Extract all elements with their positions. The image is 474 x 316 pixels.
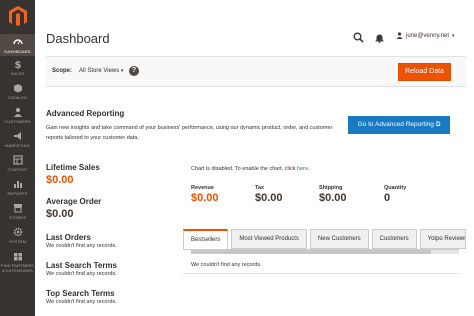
sidebar-item-dashboard[interactable]: Dashboard (0, 34, 35, 56)
last-search-terms-label: Last Search Terms (46, 261, 117, 270)
dollar-icon: $ (14, 60, 21, 69)
gear-icon (13, 227, 22, 237)
sidebar-item-label: Marketing (5, 143, 30, 148)
enable-chart-link[interactable]: here (297, 166, 308, 172)
sidebar-item-label: Content (7, 167, 28, 172)
sidebar-item-partners[interactable]: Find Partners & Extensions (0, 251, 35, 273)
go-to-advanced-reporting-button[interactable]: Go to Advanced Reporting ⧉ (348, 116, 450, 134)
search-icon[interactable] (353, 32, 364, 43)
shipping-label: Shipping (319, 185, 343, 191)
chart-message-text: Chart is disabled. To enable the chart, … (191, 166, 296, 172)
svg-text:$: $ (14, 60, 21, 69)
sidebar-item-label: Reports (7, 191, 28, 196)
sidebar-item-stores[interactable]: Stores (0, 203, 35, 220)
reload-data-button[interactable]: Reload Data (398, 63, 451, 81)
chevron-down-icon: ▾ (120, 68, 124, 74)
bell-icon[interactable] (375, 33, 384, 43)
sidebar-item-label: Customers (4, 119, 31, 124)
sidebar-item-sales[interactable]: $ Sales (0, 59, 35, 76)
last-search-terms-empty: We couldn't find any records. (46, 271, 117, 277)
magento-logo[interactable] (7, 5, 29, 27)
puzzle-icon (13, 253, 22, 261)
revenue-value: $0.00 (191, 192, 219, 204)
megaphone-icon (13, 132, 21, 140)
average-order-label: Average Order (46, 197, 102, 206)
tax-label: Tax (255, 185, 265, 191)
sidebar-item-marketing[interactable]: Marketing (0, 131, 35, 148)
user-menu[interactable]: june@venny.net ▾ (396, 32, 455, 39)
sidebar-item-label: Sales (10, 71, 25, 76)
tab-most-viewed-products[interactable]: Most Viewed Products (231, 229, 307, 249)
sidebar-item-label: Dashboard (4, 49, 31, 54)
lifetime-sales-value: $0.00 (46, 174, 74, 186)
tab-customers[interactable]: Customers (371, 229, 417, 249)
advanced-reporting-text: Gain new insights and take command of yo… (46, 125, 333, 141)
help-icon[interactable]: ? (129, 66, 139, 76)
external-link-icon: ⧉ (435, 121, 441, 128)
sidebar-item-label: Stores (9, 215, 26, 220)
adv-btn-label: Go to Advanced Reporting (357, 121, 434, 128)
bar-chart-icon (13, 181, 22, 188)
sidebar-item-catalog[interactable]: Catalog (0, 83, 35, 100)
lifetime-sales-label: Lifetime Sales (46, 163, 100, 172)
sidebar-item-label: Catalog (7, 95, 28, 100)
top-search-terms-empty: We couldn't find any records. (46, 299, 117, 305)
shipping-value: $0.00 (319, 192, 347, 204)
tab-new-customers[interactable]: New Customers (309, 229, 369, 249)
sidebar-item-label: System (8, 239, 27, 244)
last-orders-empty: We couldn't find any records. (46, 243, 117, 249)
sidebar-item-label: Find Partners & Extensions (0, 263, 35, 273)
sidebar-item-reports[interactable]: Reports (0, 179, 35, 196)
last-orders-label: Last Orders (46, 233, 91, 242)
top-search-terms-label: Top Search Terms (46, 289, 115, 298)
user-icon (396, 32, 403, 39)
store-icon (13, 204, 22, 213)
person-icon (13, 107, 22, 117)
tab-bestsellers[interactable]: Bestsellers (183, 229, 229, 249)
store-view-value: All Store Views (79, 68, 120, 74)
revenue-label: Revenue (191, 185, 214, 191)
scrollbar-thumb[interactable] (191, 250, 431, 254)
scope-label: Scope: (52, 68, 73, 74)
page-title: Dashboard (46, 31, 110, 46)
dashboard-icon (12, 39, 23, 45)
content-divider (183, 273, 459, 274)
layout-icon (12, 155, 23, 165)
average-order-value: $0.00 (46, 208, 74, 220)
quantity-value: 0 (384, 192, 391, 204)
dashboard-tabs: Bestsellers Most Viewed Products New Cus… (183, 229, 469, 249)
sidebar-item-customers[interactable]: Customers (0, 107, 35, 124)
app-root: Dashboard $ Sales Catalog Customers Mark… (0, 0, 474, 316)
tab-yotpo-reviews[interactable]: Yotpo Reviews (419, 229, 466, 249)
sidebar-item-system[interactable]: System (0, 227, 35, 244)
chart-message-tail: . (308, 166, 310, 172)
box-icon (13, 84, 22, 93)
advanced-reporting-title: Advanced Reporting (46, 109, 125, 118)
sidebar-item-content[interactable]: Content (0, 155, 35, 172)
quantity-label: Quantity (384, 185, 407, 191)
user-email: june@venny.net (406, 32, 450, 39)
sidebar: Dashboard $ Sales Catalog Customers Mark… (0, 0, 35, 316)
tax-value: $0.00 (255, 192, 283, 204)
chevron-down-icon: ▾ (452, 32, 455, 39)
tab-content-empty: We couldn't find any records. (191, 262, 262, 268)
store-view-switcher[interactable]: All Store Views ▾ (79, 68, 123, 74)
chart-disabled-message: Chart is disabled. To enable the chart, … (191, 166, 310, 172)
scope-bar: Scope: All Store Views ▾ ? Reload Data (46, 56, 466, 87)
horizontal-scrollbar[interactable] (191, 250, 459, 254)
